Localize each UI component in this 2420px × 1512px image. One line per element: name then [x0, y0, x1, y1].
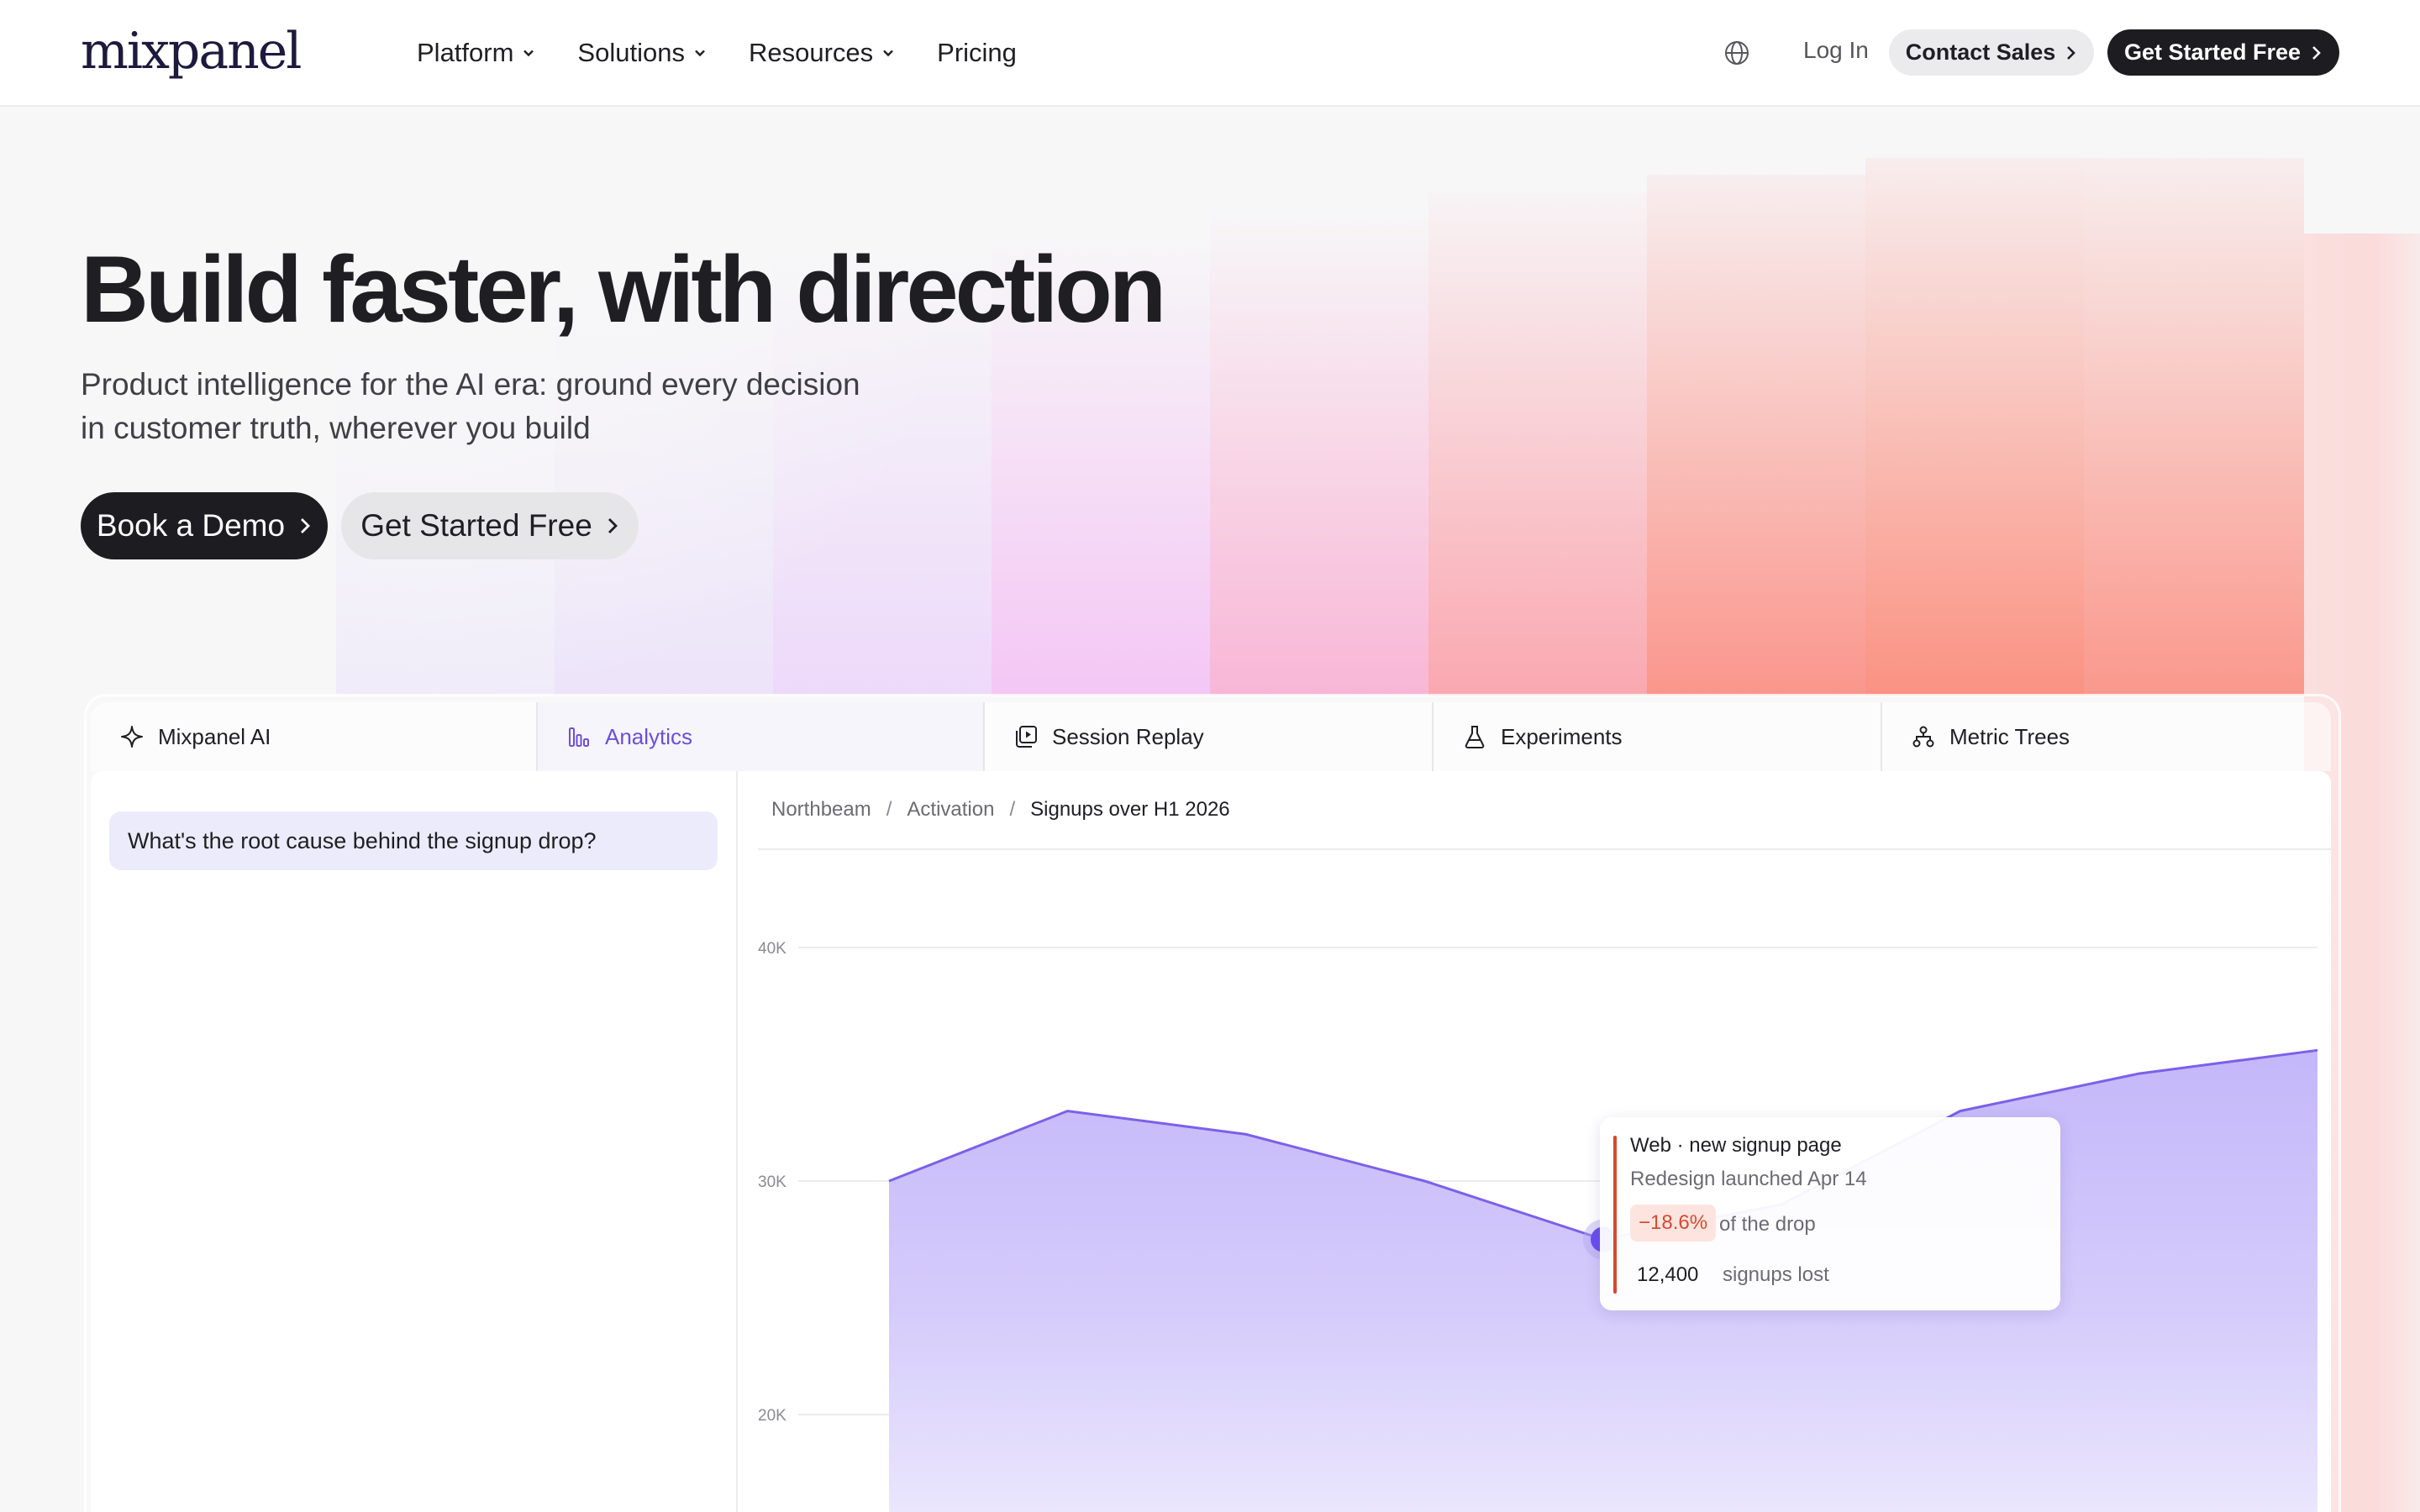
breadcrumb-separator: / [886, 798, 892, 821]
tab-experiments[interactable]: Experiments [1434, 702, 1882, 771]
nav-resources-label: Resources [748, 38, 874, 67]
signups-lost-value: 12,400 [1637, 1263, 1699, 1286]
drop-percentage-badge: −18.6% [1630, 1205, 1717, 1242]
chevron-down-icon [695, 50, 705, 57]
chevron-right-icon [2312, 45, 2321, 60]
tab-experiments-label: Experiments [1501, 723, 1623, 749]
signups-area-chart[interactable]: 40K 30K 20K [738, 850, 2331, 1512]
get-started-nav-button[interactable]: Get Started Free [2107, 29, 2339, 76]
tree-icon [1912, 726, 1934, 748]
chevron-down-icon [523, 50, 534, 57]
flask-icon [1465, 726, 1485, 748]
tab-analytics[interactable]: Analytics [538, 702, 985, 771]
breadcrumb-separator: / [1009, 798, 1016, 821]
nav-solutions-label: Solutions [577, 38, 685, 67]
book-demo-button[interactable]: Book a Demo [81, 492, 328, 559]
globe-icon[interactable] [1723, 39, 1751, 67]
contact-sales-button[interactable]: Contact Sales [1889, 29, 2094, 76]
nav-platform-label: Platform [417, 38, 514, 67]
breadcrumb-current: Signups over H1 2026 [1030, 798, 1230, 821]
signups-lost-label: signups lost [1723, 1263, 1829, 1286]
hero-subtitle-line-1: Product intelligence for the AI era: gro… [81, 367, 860, 402]
hero-title: Build faster, with direction [81, 237, 1166, 342]
tab-mixpanel-ai[interactable]: Mixpanel AI [91, 702, 538, 771]
hero-subtitle: Product intelligence for the AI era: gro… [81, 363, 938, 450]
tooltip-title: Web · new signup page [1630, 1134, 1842, 1157]
insight-tooltip: Web · new signup page Redesign launched … [1600, 1117, 2060, 1310]
nav-resources[interactable]: Resources [749, 34, 895, 72]
top-navigation: mixpanel Platform Solutions Resources Pr… [0, 0, 2420, 107]
nav-solutions[interactable]: Solutions [577, 34, 707, 72]
y-tick-label: 30K [758, 1173, 786, 1191]
breadcrumb: Northbeam / Activation / Signups over H1… [758, 771, 2331, 850]
main-menu: Platform Solutions Resources Pricing [417, 34, 1059, 72]
get-started-nav-label: Get Started Free [2123, 39, 2302, 65]
mixpanel-logo[interactable]: mixpanel [81, 22, 302, 81]
tab-mixpanel-ai-label: Mixpanel AI [158, 723, 271, 749]
hero-subtitle-line-2: in customer truth, wherever you build [81, 411, 591, 445]
tab-session-replay[interactable]: Session Replay [985, 702, 1434, 771]
tooltip-accent-bar [1613, 1136, 1617, 1294]
tab-metric-trees[interactable]: Metric Trees [1882, 702, 2331, 771]
breadcrumb-section[interactable]: Activation [907, 798, 994, 822]
assistant-pane: What's the root cause behind the signup … [91, 771, 738, 1512]
get-started-hero-label: Get Started Free [360, 508, 592, 543]
contact-sales-label: Contact Sales [1905, 39, 2056, 65]
nav-pricing-label: Pricing [937, 38, 1017, 67]
nav-pricing[interactable]: Pricing [937, 34, 1017, 72]
assistant-question[interactable]: What's the root cause behind the signup … [109, 811, 718, 870]
tab-session-replay-label: Session Replay [1052, 723, 1204, 749]
analytics-card: What's the root cause behind the signup … [91, 771, 2331, 1512]
sparkle-icon [121, 726, 143, 748]
chevron-right-icon [608, 518, 618, 533]
breadcrumb-project[interactable]: Northbeam [771, 798, 871, 822]
chevron-right-icon [301, 518, 311, 533]
get-started-hero-button[interactable]: Get Started Free [341, 492, 639, 559]
tooltip-subtitle: Redesign launched Apr 14 [1630, 1168, 1867, 1190]
nav-platform[interactable]: Platform [417, 34, 535, 72]
y-tick-label: 40K [758, 940, 786, 958]
y-tick-label: 20K [758, 1407, 786, 1425]
replay-icon [1016, 726, 1037, 748]
tab-metric-trees-label: Metric Trees [1949, 723, 2070, 749]
bar-chart-icon [569, 727, 589, 747]
chevron-down-icon [883, 50, 893, 57]
product-tabs: Mixpanel AI Analytics Session Replay Exp… [91, 702, 2331, 771]
drop-label: of the drop [1719, 1213, 1816, 1236]
book-demo-label: Book a Demo [96, 508, 286, 543]
chevron-right-icon [2067, 45, 2076, 60]
tab-analytics-label: Analytics [605, 723, 693, 749]
login-link[interactable]: Log In [1803, 37, 1869, 64]
